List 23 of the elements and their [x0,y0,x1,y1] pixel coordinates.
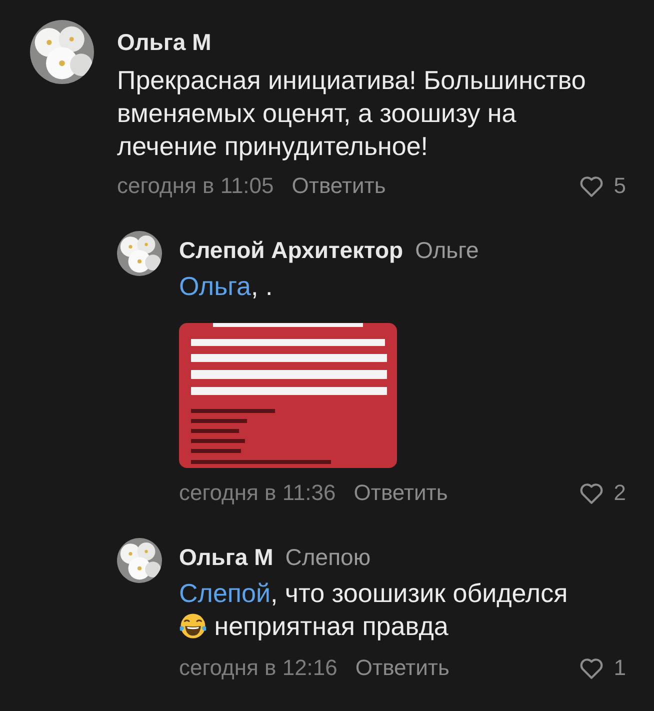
reply-link[interactable]: Ответить [292,173,386,199]
comment-text: Прекрасная инициатива! Большинство вменяемых оценят, а зоошизу на лечение принудительное! [117,64,587,163]
like-count: 2 [614,480,626,506]
like-count: 5 [614,173,626,199]
mention-link[interactable]: Слепой [179,578,270,608]
heart-icon[interactable] [578,174,604,198]
comment-text: Слепой, что зоошизик обиделся неприятная правда [179,577,569,643]
comment-time: сегодня в 11:36 [179,480,336,506]
comment-text: Ольга, . [179,270,274,303]
like-count: 1 [614,655,626,681]
reply-link[interactable]: Ответить [355,655,450,681]
heart-icon[interactable] [578,656,604,680]
comment-time: сегодня в 12:16 [179,655,338,681]
reply-to-name[interactable]: Слепою [285,544,371,571]
heart-icon[interactable] [578,482,604,504]
author-name[interactable]: Ольга М [117,29,212,56]
comment-time: сегодня в 11:05 [117,173,274,199]
mention-link[interactable]: Ольга [179,271,252,301]
reply-to-name[interactable]: Ольге [415,237,479,264]
author-name[interactable]: Слепой Архитектор [179,237,404,264]
laughing-face-icon [179,612,207,640]
reply-link[interactable]: Ответить [354,480,448,506]
author-name[interactable]: Ольга М [179,544,274,571]
